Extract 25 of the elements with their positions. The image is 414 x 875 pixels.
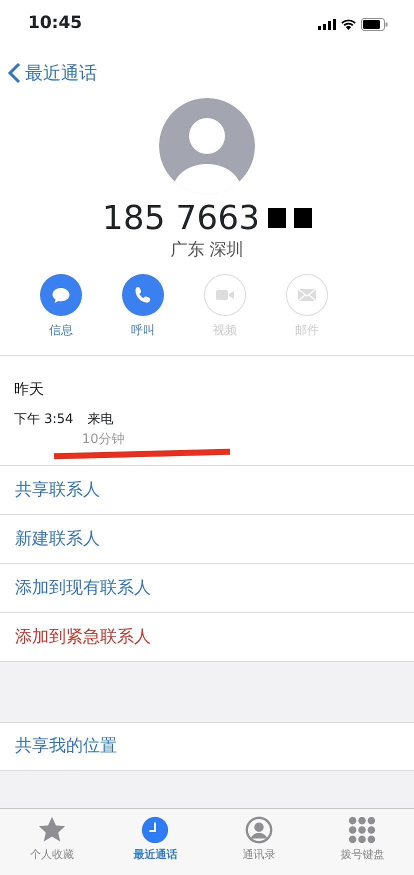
tab-item[interactable]: 最近通话 <box>104 809 207 875</box>
person-circle-icon <box>244 815 274 845</box>
back-chevron-icon <box>8 62 21 84</box>
redaction-mark <box>268 208 286 228</box>
redaction-mark <box>294 208 312 228</box>
tab-item[interactable]: 拨号键盘 <box>310 809 414 875</box>
call-date: 昨天 <box>14 378 45 400</box>
contact-location: 广东 深圳 <box>169 239 245 262</box>
call-time: 下午 3:54 <box>14 411 74 430</box>
signal-icon <box>318 18 336 30</box>
clock-icon <box>140 815 170 845</box>
back-button[interactable]: 最近通话 <box>8 60 97 86</box>
message-button[interactable]: 信息 <box>20 274 102 339</box>
phone-number: 185 7663 <box>102 200 260 236</box>
call-button[interactable]: 呼叫 <box>102 274 184 339</box>
tab-item[interactable]: 通讯录 <box>207 809 310 875</box>
option-item[interactable]: 共享我的位置 <box>0 722 414 772</box>
call-duration: 10分钟 <box>82 430 126 449</box>
call-type: 来电 <box>87 411 114 430</box>
status-time: 10:45 <box>28 12 82 36</box>
keypad-icon <box>347 815 378 845</box>
wifi-icon <box>340 18 357 30</box>
battery-icon <box>361 18 388 30</box>
avatar-icon <box>159 98 255 194</box>
tab-item[interactable]: 个人收藏 <box>0 809 104 875</box>
